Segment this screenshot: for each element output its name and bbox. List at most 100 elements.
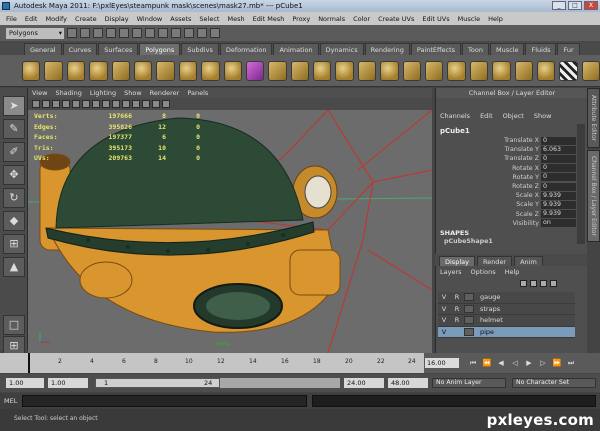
layer-color-swatch[interactable] <box>464 327 474 336</box>
attr-value[interactable]: 9.939 <box>541 210 576 219</box>
scale-tool-icon[interactable]: ◆ <box>3 211 25 231</box>
attr-row[interactable]: Visibility on <box>436 219 576 228</box>
cb-menu-object[interactable]: Object <box>503 112 524 120</box>
range-bar[interactable]: 1 24 <box>95 378 340 388</box>
selected-object-name[interactable]: pCube1 <box>440 127 470 135</box>
current-time-marker[interactable] <box>28 353 30 373</box>
range-thumb[interactable]: 1 24 <box>95 378 220 388</box>
select-object-icon[interactable] <box>119 28 129 38</box>
isolate-select-icon[interactable] <box>142 100 150 108</box>
go-to-end-icon[interactable]: ⏭ <box>566 358 576 368</box>
attr-row[interactable]: Translate Z0 <box>436 154 576 163</box>
attr-row[interactable]: Scale Y 9.939 <box>436 200 576 209</box>
film-gate-icon[interactable] <box>162 100 170 108</box>
attr-value[interactable]: 0 <box>541 164 576 173</box>
use-lights-icon[interactable] <box>112 100 120 108</box>
attribute-editor-tab[interactable]: Attribute Editor <box>587 88 600 148</box>
reference-toggle[interactable]: R <box>450 316 464 324</box>
menu-mesh[interactable]: Mesh <box>227 15 244 23</box>
poly-helix-icon[interactable] <box>223 60 242 81</box>
snap-point-icon[interactable] <box>171 28 181 38</box>
bevel-icon[interactable] <box>514 60 533 81</box>
close-button[interactable]: X <box>584 1 598 10</box>
minimize-button[interactable]: _ <box>552 1 566 10</box>
layer-color-swatch[interactable] <box>464 293 474 302</box>
attr-value[interactable]: 0 <box>541 173 576 182</box>
extract-icon[interactable] <box>313 60 332 81</box>
tab-toon[interactable]: Toon <box>462 43 489 55</box>
tab-fur[interactable]: Fur <box>557 43 580 55</box>
menu-normals[interactable]: Normals <box>318 15 345 23</box>
anim-layer-dropdown[interactable]: No Anim Layer <box>432 378 506 388</box>
maximize-button[interactable]: □ <box>568 1 582 10</box>
tab-rendering[interactable]: Rendering <box>364 43 410 55</box>
snap-curve-icon[interactable] <box>158 28 168 38</box>
camera-attributes-icon[interactable] <box>32 100 40 108</box>
poly-pipe-icon[interactable] <box>201 60 220 81</box>
layer-row[interactable]: V R gauge <box>438 292 575 304</box>
cb-menu-show[interactable]: Show <box>534 112 552 120</box>
uv-editor-icon[interactable] <box>581 60 600 81</box>
tab-anim[interactable]: Anim <box>514 256 543 266</box>
checker-icon[interactable] <box>559 60 578 81</box>
render-icon[interactable] <box>184 28 194 38</box>
menu-set-dropdown[interactable]: Polygons ▾ <box>6 27 64 39</box>
menu-window[interactable]: Window <box>137 15 163 23</box>
tab-render[interactable]: Render <box>476 256 513 266</box>
move-layer-down-icon[interactable] <box>530 280 537 287</box>
poly-prism-icon[interactable] <box>156 60 175 81</box>
textured-icon[interactable] <box>102 100 110 108</box>
poly-sphere-icon[interactable] <box>22 60 41 81</box>
go-to-start-icon[interactable]: ⏮ <box>468 358 478 368</box>
shape-node-name[interactable]: pCubeShape1 <box>444 238 493 245</box>
snap-grid-icon[interactable] <box>145 28 155 38</box>
panel-menu-renderer[interactable]: Renderer <box>150 88 180 98</box>
new-empty-layer-icon[interactable] <box>540 280 547 287</box>
mel-label[interactable]: MEL <box>4 397 17 405</box>
extrude-icon[interactable] <box>492 60 511 81</box>
attr-row[interactable]: Rotate X0 <box>436 164 576 173</box>
tab-curves[interactable]: Curves <box>62 43 98 55</box>
channel-box-scrollbar[interactable] <box>577 124 585 244</box>
select-tool-icon[interactable]: ➤ <box>3 96 25 116</box>
last-tool-icon[interactable]: ▲ <box>3 257 25 277</box>
tab-dynamics[interactable]: Dynamics <box>319 43 364 55</box>
character-set-dropdown[interactable]: No Character Set <box>512 378 596 388</box>
animation-start-field[interactable]: 1.00 <box>6 378 44 388</box>
reference-toggle[interactable]: R <box>450 293 464 301</box>
tab-general[interactable]: General <box>24 43 62 55</box>
step-back-key-icon[interactable]: ⏪ <box>482 358 492 368</box>
playback-end-field[interactable]: 24.00 <box>344 378 384 388</box>
attr-row[interactable]: Translate X0 <box>436 136 576 145</box>
shadows-icon[interactable] <box>122 100 130 108</box>
animation-end-field[interactable]: 48.00 <box>388 378 428 388</box>
perspective-viewport[interactable]: Verts: 197666 8 0 Edges: 395826 12 0 Fac… <box>28 110 432 353</box>
menu-display[interactable]: Display <box>105 15 129 23</box>
tab-painteffects[interactable]: PaintEffects <box>410 43 462 55</box>
menu-proxy[interactable]: Proxy <box>292 15 310 23</box>
xray-icon[interactable] <box>132 100 140 108</box>
fill-hole-icon[interactable] <box>402 60 422 81</box>
panel-menu-panels[interactable]: Panels <box>187 88 208 98</box>
combine-icon[interactable] <box>268 60 287 81</box>
attr-row[interactable]: Rotate Y0 <box>436 173 576 182</box>
tab-polygons[interactable]: Polygons <box>139 43 181 55</box>
menu-create-uvs[interactable]: Create UVs <box>378 15 414 23</box>
current-frame-field[interactable]: 16.00 <box>425 358 459 368</box>
poly-pyramid-icon[interactable] <box>178 60 198 81</box>
menu-edit[interactable]: Edit <box>25 15 38 23</box>
attr-value[interactable]: on <box>541 219 576 228</box>
merge-icon[interactable] <box>536 60 556 81</box>
attr-value[interactable]: 0 <box>541 154 576 163</box>
lasso-tool-icon[interactable]: ✎ <box>3 119 25 139</box>
smooth-shade-icon[interactable] <box>82 100 90 108</box>
play-backward-icon[interactable]: ◁ <box>510 358 520 368</box>
attr-row[interactable]: Scale X 9.939 <box>436 191 576 200</box>
poly-cylinder-icon[interactable] <box>66 60 86 81</box>
panel-menu-show[interactable]: Show <box>124 88 142 98</box>
tab-subdivs[interactable]: Subdivs <box>181 43 219 55</box>
poly-cone-icon[interactable] <box>89 60 108 81</box>
reference-toggle[interactable]: R <box>450 305 464 313</box>
select-component-icon[interactable] <box>132 28 142 38</box>
smooth-icon[interactable] <box>335 60 354 81</box>
